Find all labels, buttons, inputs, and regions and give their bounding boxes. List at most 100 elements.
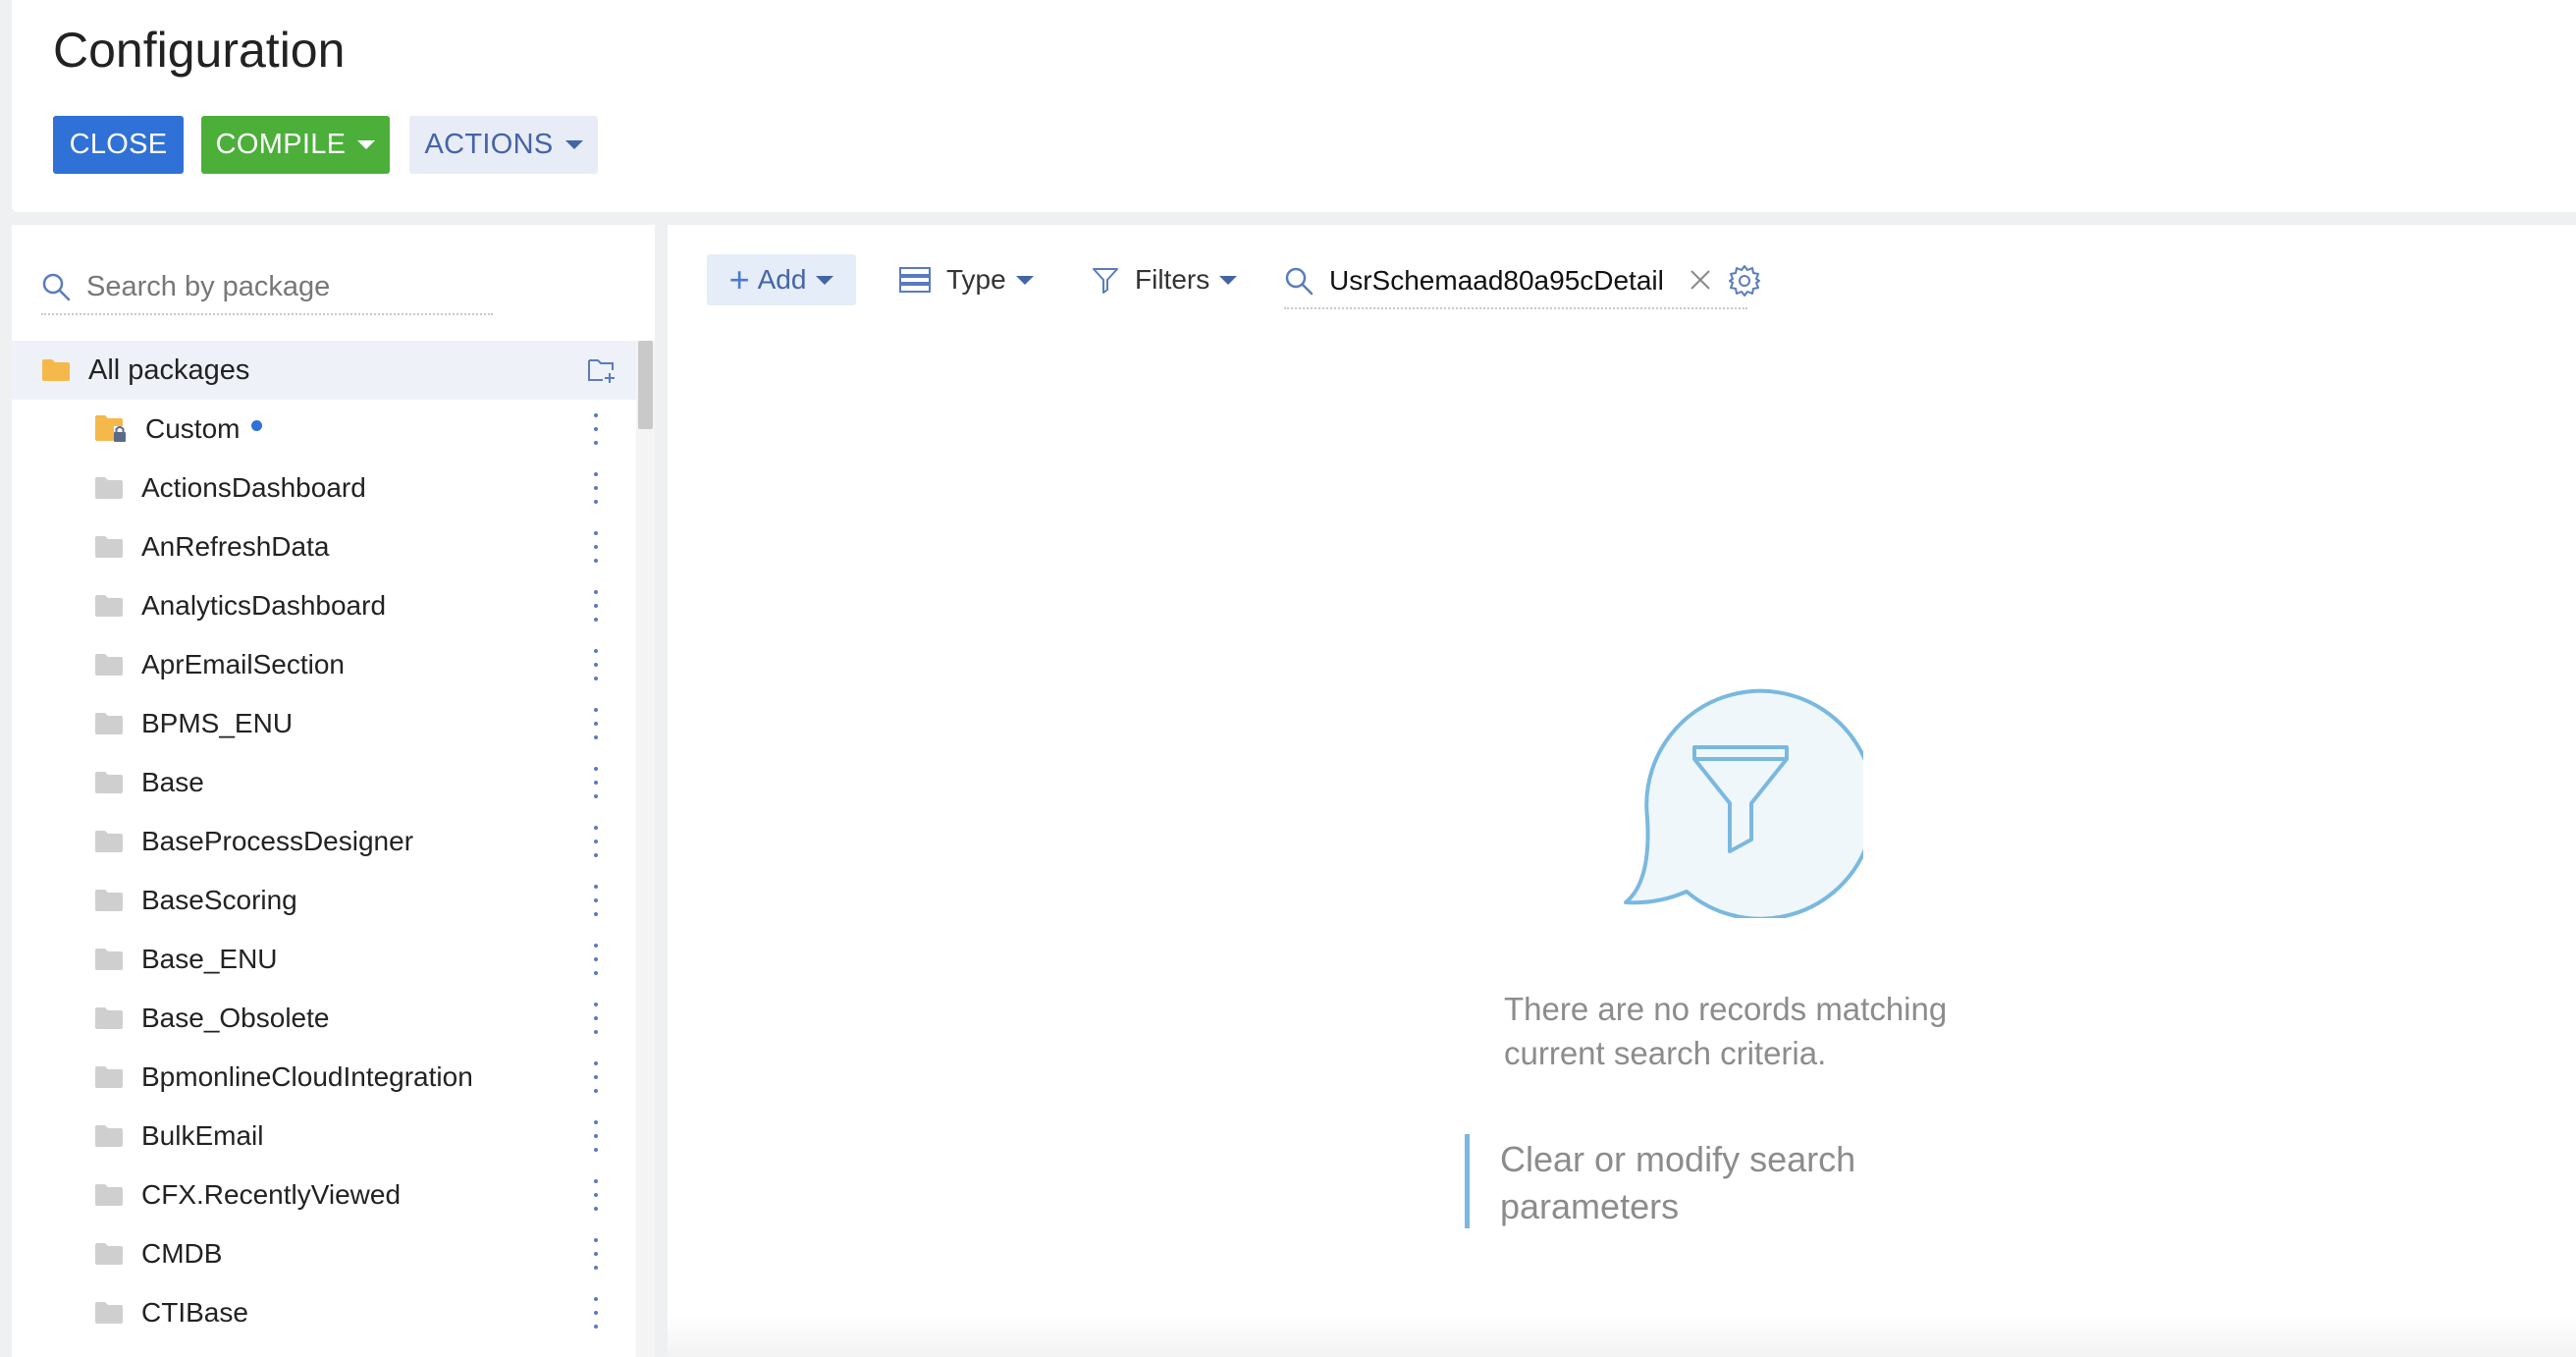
search-icon	[42, 273, 71, 301]
package-item[interactable]: BpmonlineCloudIntegration	[12, 1048, 636, 1107]
package-search-input[interactable]	[86, 270, 479, 303]
kebab-menu-icon[interactable]	[591, 590, 601, 622]
package-label: Base_Obsolete	[141, 1003, 330, 1033]
package-item[interactable]: BulkEmail	[12, 1107, 636, 1166]
package-label: BPMS_ENU	[141, 708, 294, 738]
package-item[interactable]: Base	[12, 753, 636, 812]
clear-search-icon[interactable]	[1689, 268, 1712, 292]
package-label: ActionsDashboard	[141, 472, 366, 503]
package-list: Custom ActionsDashboard AnRefreshData An…	[12, 400, 636, 1342]
locked-folder-icon	[95, 415, 126, 442]
package-list-scrollbar[interactable]	[636, 341, 655, 1357]
caret-down-icon	[1015, 275, 1034, 285]
scrollbar-thumb[interactable]	[638, 341, 653, 429]
caret-down-icon	[357, 140, 376, 149]
folder-icon	[95, 1007, 123, 1029]
close-button[interactable]: CLOSE	[53, 116, 184, 174]
filters-label: Filters	[1135, 264, 1210, 295]
gear-icon[interactable]	[1728, 264, 1761, 298]
empty-filter-illustration	[1624, 688, 1863, 918]
package-item[interactable]: BPMS_ENU	[12, 694, 636, 753]
package-item[interactable]: AnRefreshData	[12, 517, 636, 576]
package-item[interactable]: BaseScoring	[12, 871, 636, 930]
kebab-menu-icon[interactable]	[591, 1061, 601, 1093]
plus-icon: +	[728, 259, 750, 299]
kebab-menu-icon[interactable]	[591, 1120, 601, 1152]
package-label: CFX.RecentlyViewed	[141, 1179, 402, 1210]
package-label: CMDB	[141, 1238, 223, 1269]
kebab-menu-icon[interactable]	[591, 1003, 601, 1034]
compile-button[interactable]: COMPILE	[201, 116, 390, 174]
kebab-menu-icon[interactable]	[591, 472, 601, 504]
folder-icon	[95, 772, 123, 793]
package-label: AnRefreshData	[141, 531, 330, 562]
package-label: AnalyticsDashboard	[141, 590, 387, 621]
package-item[interactable]: Base_Obsolete	[12, 989, 636, 1048]
caret-down-icon	[1219, 275, 1238, 285]
page-title: Configuration	[53, 23, 346, 78]
package-item[interactable]: BaseProcessDesigner	[12, 812, 636, 871]
kebab-menu-icon[interactable]	[591, 649, 601, 680]
all-packages-row[interactable]: All packages	[12, 341, 636, 400]
package-label: Custom	[145, 413, 241, 444]
actions-button-label: ACTIONS	[424, 129, 554, 160]
packages-panel: All packages Custom ActionsDashboard	[12, 225, 655, 1357]
add-folder-icon[interactable]	[587, 356, 617, 384]
folder-icon	[95, 477, 123, 499]
package-item[interactable]: CFX.RecentlyViewed	[12, 1166, 636, 1224]
folder-icon	[95, 713, 123, 734]
filter-icon	[1093, 268, 1118, 294]
package-label: BulkEmail	[141, 1120, 264, 1151]
folder-icon	[95, 1125, 123, 1147]
schema-search-input[interactable]	[1329, 265, 1683, 297]
kebab-menu-icon[interactable]	[591, 1238, 601, 1270]
package-label: Base_ENU	[141, 944, 278, 974]
kebab-menu-icon[interactable]	[591, 531, 601, 563]
add-button[interactable]: + Add	[707, 254, 856, 305]
kebab-menu-icon[interactable]	[591, 708, 601, 739]
kebab-menu-icon[interactable]	[591, 1297, 601, 1329]
folder-icon	[95, 1243, 123, 1265]
schema-search[interactable]	[1284, 254, 1747, 309]
folder-icon	[95, 654, 123, 676]
package-item[interactable]: CTIBase	[12, 1283, 636, 1342]
package-item[interactable]: AnalyticsDashboard	[12, 576, 636, 635]
hint-accent-bar	[1465, 1134, 1470, 1228]
modified-indicator	[251, 419, 263, 431]
search-icon	[1285, 267, 1314, 296]
package-label: BaseScoring	[141, 885, 297, 915]
filters-dropdown[interactable]: Filters	[1092, 254, 1238, 305]
package-label: Base	[141, 767, 204, 797]
kebab-menu-icon[interactable]	[591, 1179, 601, 1211]
type-dropdown[interactable]: Type	[899, 254, 1034, 305]
all-packages-label: All packages	[88, 353, 250, 386]
kebab-menu-icon[interactable]	[591, 885, 601, 916]
compile-button-label: COMPILE	[215, 129, 347, 160]
actions-button[interactable]: ACTIONS	[409, 116, 598, 174]
kebab-menu-icon[interactable]	[591, 944, 601, 975]
folder-icon	[95, 1302, 123, 1324]
package-search[interactable]	[41, 260, 493, 315]
empty-state-hint: Clear or modify search parameters	[1500, 1139, 1856, 1226]
package-item[interactable]: ActionsDashboard	[12, 459, 636, 517]
kebab-menu-icon[interactable]	[591, 826, 601, 857]
folder-icon	[95, 949, 123, 970]
package-item[interactable]: AprEmailSection	[12, 635, 636, 694]
panel-bottom-shade	[668, 1315, 2576, 1357]
package-item[interactable]: Custom	[12, 400, 636, 459]
list-icon	[899, 267, 931, 293]
folder-icon	[95, 1184, 123, 1206]
folder-icon	[95, 536, 123, 558]
caret-down-icon	[816, 275, 834, 285]
package-item[interactable]: Base_ENU	[12, 930, 636, 989]
kebab-menu-icon[interactable]	[591, 767, 601, 798]
add-button-label: Add	[757, 264, 807, 295]
caret-down-icon	[564, 140, 583, 149]
kebab-menu-icon[interactable]	[591, 413, 601, 445]
page-header: Configuration CLOSE COMPILE ACTIONS	[12, 0, 2576, 212]
package-label: BpmonlineCloudIntegration	[141, 1061, 473, 1092]
folder-icon	[95, 831, 123, 852]
package-label: AprEmailSection	[141, 649, 345, 679]
package-item[interactable]: CMDB	[12, 1224, 636, 1283]
folder-icon	[95, 890, 123, 911]
